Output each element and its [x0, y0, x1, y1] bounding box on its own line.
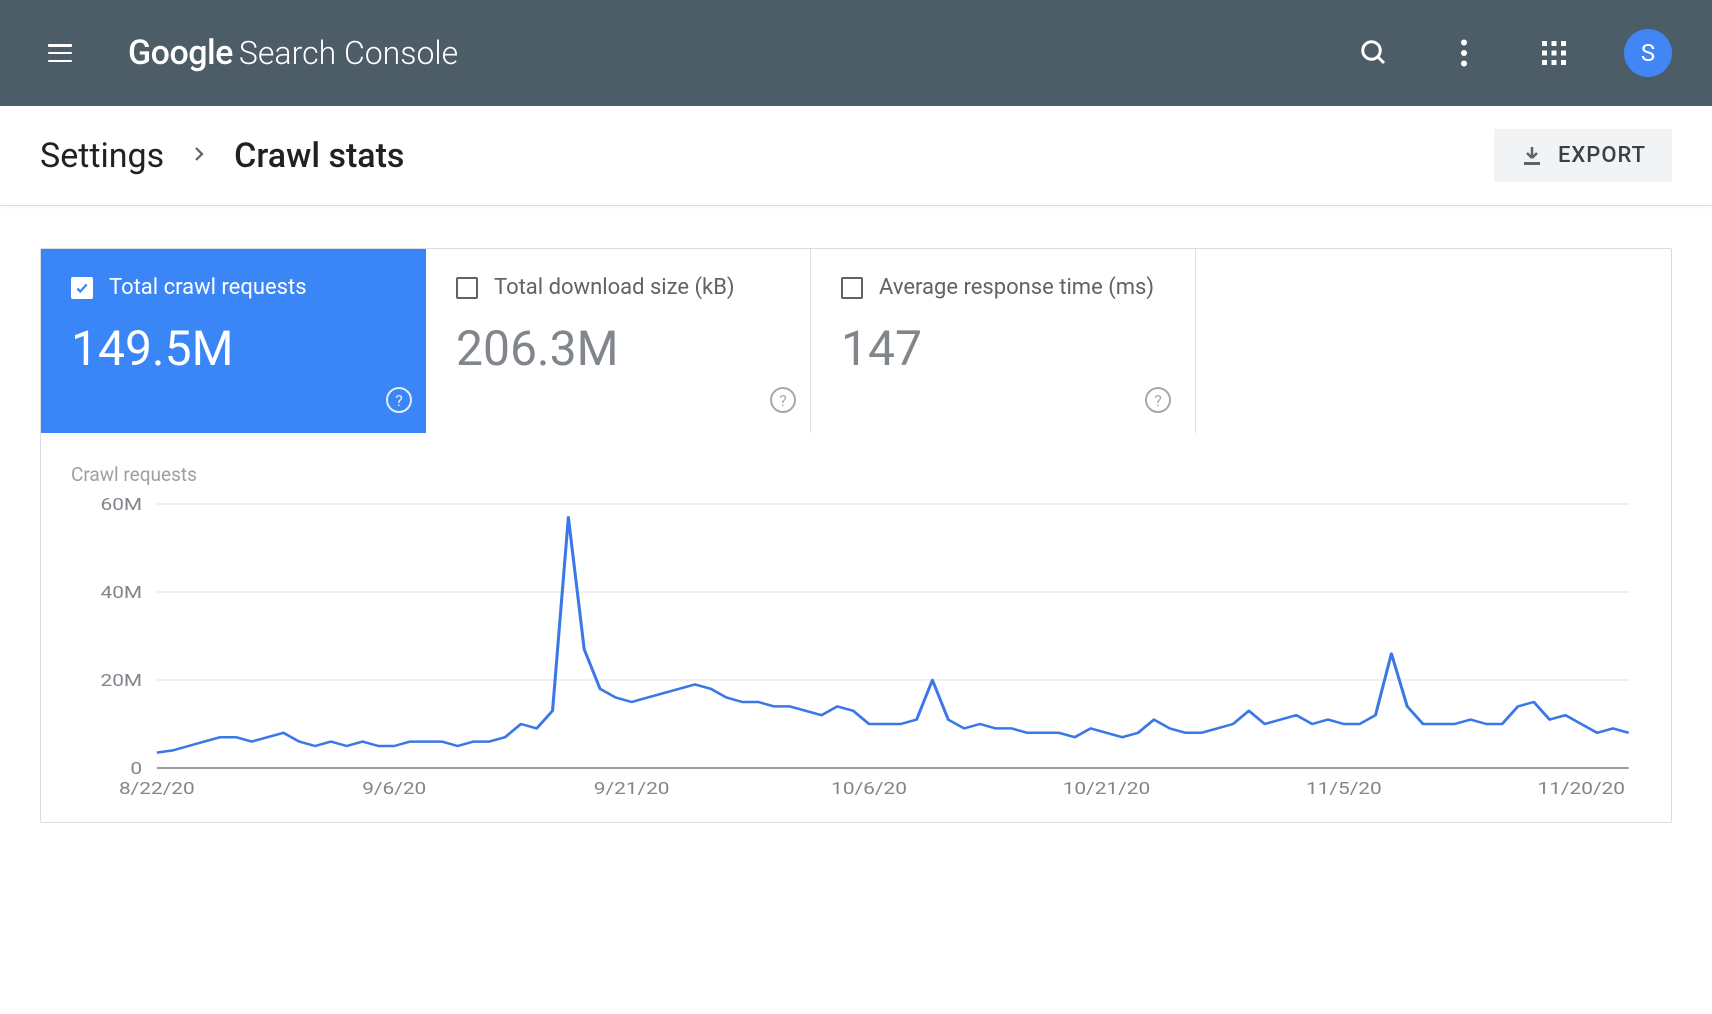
- logo[interactable]: Google Search Console: [128, 33, 458, 73]
- svg-text:11/5/20: 11/5/20: [1306, 778, 1382, 798]
- search-icon[interactable]: [1354, 33, 1394, 73]
- metric-label: Average response time (ms): [879, 275, 1154, 300]
- export-label: EXPORT: [1558, 143, 1646, 168]
- svg-text:10/21/20: 10/21/20: [1063, 778, 1150, 798]
- checkbox-icon: [71, 277, 93, 299]
- metric-label: Total download size (kB): [494, 275, 735, 300]
- crawl-stats-panel: Total crawl requests 149.5M ? Total down…: [40, 248, 1672, 823]
- metric-total-download-size[interactable]: Total download size (kB) 206.3M ?: [426, 249, 811, 433]
- download-icon: [1520, 144, 1544, 168]
- export-button[interactable]: EXPORT: [1494, 129, 1672, 182]
- help-icon[interactable]: ?: [770, 387, 796, 413]
- svg-text:9/6/20: 9/6/20: [362, 778, 426, 798]
- avatar[interactable]: S: [1624, 29, 1672, 77]
- metric-value: 206.3M: [456, 320, 780, 377]
- metrics-row: Total crawl requests 149.5M ? Total down…: [41, 249, 1671, 433]
- svg-text:10/6/20: 10/6/20: [831, 778, 907, 798]
- content-area: Total crawl requests 149.5M ? Total down…: [0, 206, 1712, 865]
- metric-empty: [1196, 249, 1671, 433]
- more-icon[interactable]: [1444, 33, 1484, 73]
- svg-text:9/21/20: 9/21/20: [594, 778, 670, 798]
- avatar-letter: S: [1641, 39, 1655, 67]
- app-header: Google Search Console S: [0, 0, 1712, 106]
- svg-text:60M: 60M: [101, 498, 143, 514]
- svg-text:0: 0: [130, 758, 142, 779]
- help-icon[interactable]: ?: [1145, 387, 1171, 413]
- header-actions: S: [1354, 29, 1672, 77]
- svg-text:8/22/20: 8/22/20: [119, 778, 195, 798]
- metric-total-crawl-requests[interactable]: Total crawl requests 149.5M ?: [41, 249, 426, 433]
- chart-title: Crawl requests: [71, 463, 1641, 486]
- metric-label: Total crawl requests: [109, 275, 307, 300]
- metric-value: 147: [841, 320, 1165, 377]
- breadcrumb-bar: Settings Crawl stats EXPORT: [0, 106, 1712, 206]
- search-console-text: Search Console: [239, 34, 458, 72]
- chart-area: Crawl requests 0 20M 40M 60M 8/22/20 9/6/20 9/…: [41, 433, 1671, 822]
- help-icon[interactable]: ?: [386, 387, 412, 413]
- svg-text:20M: 20M: [101, 670, 143, 691]
- google-logo-text: Google: [128, 33, 233, 73]
- apps-icon[interactable]: [1534, 33, 1574, 73]
- svg-text:11/20/20: 11/20/20: [1538, 778, 1625, 798]
- checkbox-icon: [841, 277, 863, 299]
- chevron-right-icon: [190, 145, 208, 167]
- metric-avg-response-time[interactable]: Average response time (ms) 147 ?: [811, 249, 1196, 433]
- metric-value: 149.5M: [71, 320, 396, 377]
- crawl-requests-chart: 0 20M 40M 60M 8/22/20 9/6/20 9/21/20 10/6/20 10/…: [71, 498, 1641, 798]
- breadcrumb-parent[interactable]: Settings: [40, 136, 164, 176]
- checkbox-icon: [456, 277, 478, 299]
- menu-icon[interactable]: [40, 33, 80, 73]
- svg-text:40M: 40M: [101, 582, 143, 603]
- breadcrumb-current: Crawl stats: [234, 136, 404, 176]
